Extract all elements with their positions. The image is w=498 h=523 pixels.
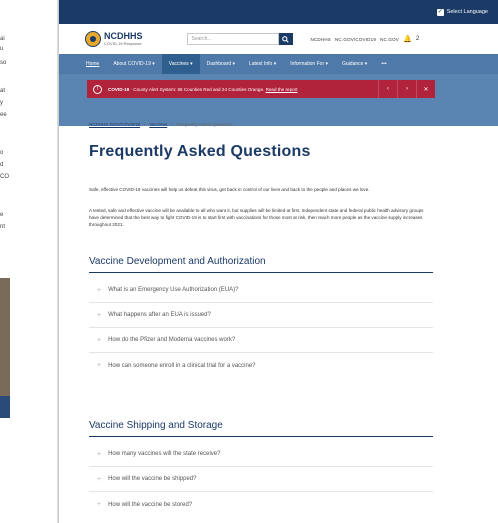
plus-icon: +	[97, 336, 102, 344]
search-icon	[282, 35, 289, 43]
main-nav: Home About COVID-19 ▾ Vaccines ▾ Dashboa…	[59, 54, 498, 74]
screen: ai u so at y ee o d CO e nt ✓ Select Lan…	[0, 0, 498, 523]
alert-link[interactable]: Read the report	[266, 87, 298, 92]
faq-question[interactable]: + How do the Pfizer and Moderna vaccines …	[89, 328, 433, 353]
background-document: ai u so at y ee o d CO e nt	[0, 0, 58, 523]
checkbox-icon: ✓	[436, 8, 444, 16]
doc-fragment: ee	[0, 112, 7, 118]
language-label: Select Language	[446, 9, 488, 15]
header-link-ncdhhs[interactable]: NCDHHS	[311, 37, 331, 42]
faq-section-shipping: Vaccine Shipping and Storage + How many v…	[89, 420, 433, 517]
doc-fragment: d	[0, 162, 4, 168]
faq-question[interactable]: + What is an Emergency Use Authorization …	[89, 278, 433, 303]
alert-icon: !	[93, 84, 102, 94]
doc-fragment: so	[0, 60, 7, 66]
plus-icon: +	[97, 475, 102, 483]
logo-subtitle: COVID-19 Response	[104, 41, 142, 46]
breadcrumb-current: Frequently Asked Questions	[176, 122, 233, 127]
faq-question[interactable]: + How will the vaccine be shipped?	[89, 467, 433, 492]
nav-information-for[interactable]: Information For ▾	[283, 54, 335, 74]
intro-paragraph-2: A tested, safe and effective vaccine wil…	[89, 208, 424, 227]
header-link-covid19[interactable]: NC.GOV/COVID19	[335, 37, 376, 42]
section-heading: Vaccine Development and Authorization	[89, 256, 266, 267]
section-heading: Vaccine Shipping and Storage	[89, 420, 223, 431]
plus-icon: +	[97, 286, 102, 294]
site-logo[interactable]: NCDHHS COVID-19 Response	[85, 31, 143, 47]
doc-fragment: u	[0, 46, 4, 52]
search-button[interactable]	[278, 33, 293, 45]
hero-banner: ! COVID-19 · County Alert System: 86 Cou…	[59, 74, 498, 126]
nav-dashboard[interactable]: Dashboard ▾	[200, 54, 242, 74]
nav-vaccines[interactable]: Vaccines ▾	[161, 54, 200, 74]
nav-home[interactable]: Home	[79, 54, 106, 74]
utility-bar: ✓ Select Language	[59, 0, 498, 24]
breadcrumb-vaccines[interactable]: Vaccines	[149, 122, 167, 127]
faq-question[interactable]: + What happens after an EUA is issued?	[89, 303, 433, 328]
doc-fragment: at	[0, 88, 6, 94]
search-box: Search...	[186, 33, 293, 45]
nav-guidance[interactable]: Guidance ▾	[335, 54, 374, 74]
breadcrumb: NCDHHS.GOV/COVID19 / Vaccines / Frequent…	[89, 122, 233, 127]
header-link-ncgov[interactable]: NC.GOV	[380, 37, 399, 42]
logo-title: NCDHHS	[104, 31, 143, 41]
doc-fragment: CO	[0, 174, 9, 180]
nav-latest-info[interactable]: Latest Info ▾	[242, 54, 283, 74]
faq-question[interactable]: + How will the vaccine be stored?	[89, 492, 433, 517]
doc-fragment: o	[0, 150, 4, 156]
section-divider	[89, 436, 433, 437]
seal-icon	[85, 31, 101, 47]
alert-close-button[interactable]: ✕	[416, 80, 435, 98]
plus-icon: +	[97, 362, 102, 369]
browser-page: ✓ Select Language NCDHHS COVID-19 Respon…	[58, 0, 498, 523]
search-input[interactable]: Search...	[186, 33, 279, 45]
alert-banner: ! COVID-19 · County Alert System: 86 Cou…	[87, 80, 435, 98]
faq-question[interactable]: + How many vaccines will the state receiv…	[89, 442, 433, 467]
site-header: NCDHHS COVID-19 Response Search... NCDHH…	[59, 24, 498, 54]
doc-fragment: nt	[0, 224, 6, 230]
alert-prev-button[interactable]: ‹	[378, 80, 397, 98]
notification-count: 2	[415, 36, 420, 42]
plus-icon: +	[97, 450, 102, 458]
nav-more[interactable]: •••	[374, 54, 393, 74]
plus-icon: +	[97, 311, 102, 319]
intro-paragraph: Safe, effective COVID-19 vaccines will h…	[89, 187, 370, 192]
bell-icon[interactable]: 🔔	[403, 35, 412, 43]
faq-question[interactable]: + How can someone enroll in a clinical tr…	[89, 353, 433, 378]
doc-fragment: ai	[0, 36, 5, 42]
page-title: Frequently Asked Questions	[89, 143, 311, 160]
nav-about-covid[interactable]: About COVID-19 ▾	[106, 54, 161, 74]
alert-message: COVID-19 · County Alert System: 86 Count…	[108, 86, 298, 92]
plus-icon: +	[97, 501, 102, 508]
doc-photo-caption	[0, 396, 10, 418]
section-divider	[89, 272, 433, 273]
doc-fragment: e	[0, 212, 4, 218]
faq-section-development: Vaccine Development and Authorization + W…	[89, 256, 433, 378]
alert-next-button[interactable]: ›	[397, 80, 416, 98]
doc-fragment: y	[0, 100, 3, 106]
alert-controls: ‹ › ✕	[378, 80, 435, 98]
language-selector[interactable]: ✓ Select Language	[436, 8, 488, 16]
header-links: NCDHHS NC.GOV/COVID19 NC.GOV 🔔 2	[311, 35, 420, 43]
breadcrumb-home[interactable]: NCDHHS.GOV/COVID19	[89, 122, 140, 127]
